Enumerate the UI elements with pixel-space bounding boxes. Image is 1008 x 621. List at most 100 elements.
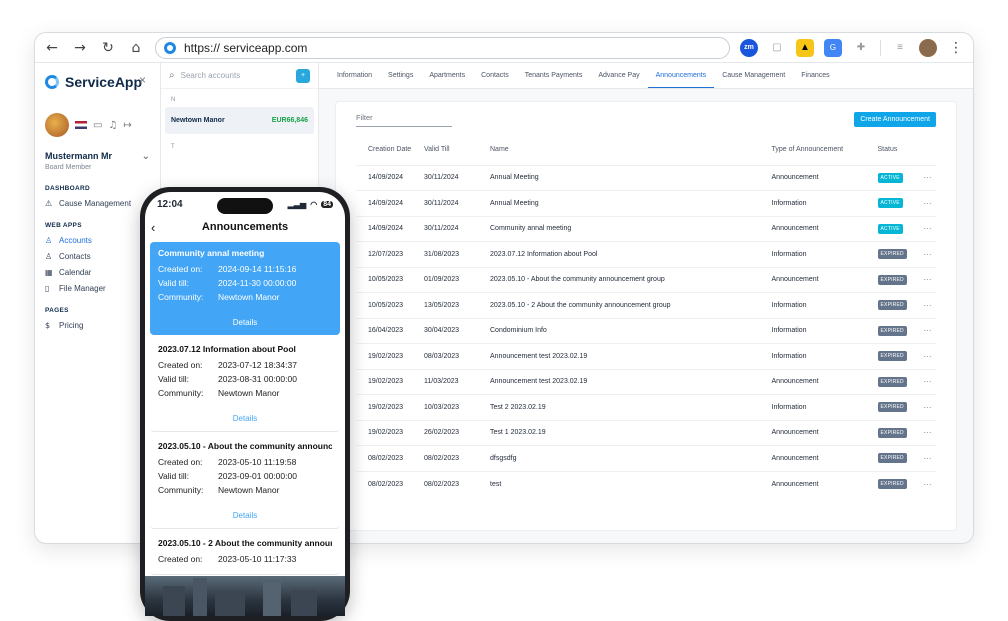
back-chevron-icon[interactable]: ‹ (151, 220, 155, 235)
label: Valid till: (158, 471, 190, 481)
cell-type: Information (771, 394, 878, 420)
cell-status: EXPIRED (877, 343, 924, 369)
avatar[interactable] (45, 113, 69, 137)
more-options-icon[interactable]: ··· (924, 377, 932, 386)
create-announcement-button[interactable]: Create Announcement (854, 112, 936, 127)
tab-cause-management[interactable]: Cause Management (714, 72, 793, 88)
more-options-icon[interactable]: ··· (924, 428, 932, 437)
profile-avatar-icon[interactable] (919, 38, 937, 57)
table-row[interactable]: 12/07/2023 31/08/2023 2023.07.12 Informati… (356, 241, 936, 267)
user-name-row[interactable]: Mustermann Mr ⌄ (45, 151, 150, 162)
account-item[interactable]: Newtown Manor EUR66,846 (165, 107, 314, 134)
table-row[interactable]: 14/09/2024 30/11/2024 Community annal meet… (356, 215, 936, 242)
puzzle-extensions-icon[interactable]: ✚ (852, 39, 870, 57)
logout-icon[interactable]: ↦ (123, 120, 131, 131)
status-badge: EXPIRED (877, 351, 907, 362)
column-valid-till[interactable]: Valid Till (424, 135, 490, 165)
announcement-card[interactable]: 2023.05.10 - About the community announc… (150, 432, 340, 529)
table-row[interactable]: 08/02/2023 08/02/2023 test Announcement EXPI… (356, 470, 936, 497)
more-options-icon[interactable]: ··· (924, 250, 932, 259)
search-icon: ⌕ (169, 70, 175, 81)
table-row[interactable]: 14/09/2024 30/11/2024 Annual Meeting Announ… (356, 164, 936, 191)
more-options-icon[interactable]: ··· (924, 403, 932, 412)
bell-icon[interactable]: ♫ (108, 120, 117, 131)
sidebar-item-contacts[interactable]: ♙ Contacts (45, 252, 150, 261)
address-bar[interactable]: https:// serviceapp.com (155, 36, 730, 59)
forward-arrow-icon[interactable]: → (71, 39, 89, 57)
account-search[interactable]: ⌕ Search accounts + (161, 63, 318, 89)
copy-extension-icon[interactable]: ▢ (768, 39, 786, 57)
add-account-icon[interactable]: + (296, 68, 310, 83)
tab-announcements[interactable]: Announcements (647, 72, 715, 88)
filter-input[interactable]: Filter (356, 113, 452, 127)
more-options-icon[interactable]: ··· (924, 480, 932, 489)
status-badge: EXPIRED (877, 300, 907, 311)
tab-settings[interactable]: Settings (380, 72, 421, 88)
sidebar-item-cause-management[interactable]: ⚠ Cause Management (45, 199, 150, 208)
home-icon[interactable]: ⌂ (127, 39, 145, 57)
cell-status: ACTIVE (877, 164, 924, 191)
sidebar-item-calendar[interactable]: ▦ Calendar (45, 268, 150, 277)
cell-status: EXPIRED (877, 241, 924, 267)
details-link[interactable]: Details (158, 414, 332, 423)
cell-actions: ··· (923, 190, 936, 216)
cell-name: Test 2 2023.02.19 (490, 394, 772, 420)
table-row[interactable]: 08/02/2023 08/02/2023 dfsgsdfg Announcement… (356, 445, 936, 471)
sidebar-item-pricing[interactable]: $ Pricing (45, 321, 150, 330)
table-row[interactable]: 10/05/2023 13/05/2023 2023.05.10 - 2 About… (356, 292, 936, 318)
announcement-card[interactable]: 2023.05.10 - 2 About the community annou… (150, 529, 340, 575)
account-group-letter: T (171, 144, 175, 150)
tab-advance-pay[interactable]: Advance Pay (590, 72, 647, 88)
zoom-extension-icon[interactable]: zm (740, 38, 758, 57)
more-options-icon[interactable]: ··· (924, 301, 932, 310)
chat-icon[interactable]: ▭ (93, 120, 102, 131)
tab-tenants-payments[interactable]: Tenants Payments (517, 72, 591, 88)
details-link[interactable]: Details (158, 318, 332, 327)
tab-apartments[interactable]: Apartments (421, 72, 473, 88)
table-row[interactable]: 10/05/2023 01/09/2023 2023.05.10 - About t… (356, 266, 936, 293)
announcement-card[interactable]: Community annal meeting Created on: 2024-… (150, 242, 340, 335)
more-options-icon[interactable]: ··· (924, 352, 932, 361)
tab-contacts[interactable]: Contacts (473, 72, 517, 88)
sidebar-item-file-manager[interactable]: ▯ File Manager (45, 284, 150, 293)
value: Newtown Manor (218, 292, 280, 302)
cell-actions: ··· (923, 241, 936, 267)
table-row[interactable]: 19/02/2023 08/03/2023 Announcement test 20… (356, 343, 936, 369)
reading-list-icon[interactable]: ≡ (891, 39, 909, 57)
column-name[interactable]: Name (490, 135, 772, 165)
browser-toolbar: ← → ↻ ⌂ https:// serviceapp.com zm ▢ ▲ G… (35, 33, 973, 63)
details-link[interactable]: Details (158, 511, 332, 520)
building-shape (291, 590, 317, 616)
label: Created on: (158, 360, 203, 370)
close-icon[interactable]: × (139, 73, 146, 87)
more-options-icon[interactable]: ··· (924, 224, 932, 233)
column-creation-date[interactable]: Creation Date (356, 135, 424, 165)
more-options-icon[interactable]: ··· (924, 199, 932, 208)
translate-extension-icon[interactable]: G (824, 38, 842, 57)
cell-actions: ··· (923, 470, 936, 497)
column-type[interactable]: Type of Announcement (772, 135, 878, 165)
announcement-card[interactable]: 2023.07.12 Information about Pool Create… (150, 335, 340, 432)
more-options-icon[interactable]: ··· (924, 173, 932, 182)
us-flag-icon[interactable] (75, 121, 87, 129)
table-row[interactable]: 19/02/2023 26/02/2023 Test 1 2023.02.19 Ann… (356, 419, 936, 446)
more-options-icon[interactable]: ··· (924, 454, 932, 463)
more-options-icon[interactable]: ··· (924, 326, 932, 335)
tab-finances[interactable]: Finances (793, 72, 837, 88)
back-arrow-icon[interactable]: ← (43, 39, 61, 57)
table-row[interactable]: 19/02/2023 11/03/2023 Announcement test 20… (356, 368, 936, 395)
tab-information[interactable]: Information (329, 72, 380, 88)
table-row[interactable]: 16/04/2023 30/04/2023 Condominium Info Info… (356, 317, 936, 344)
reload-icon[interactable]: ↻ (99, 39, 117, 57)
sidebar-item-label: File Manager (59, 284, 106, 293)
building-shape (215, 594, 245, 616)
tool-extension-icon[interactable]: ▲ (796, 38, 814, 57)
account-name: Newtown Manor (171, 117, 225, 124)
menu-dots-icon[interactable]: ⋮ (947, 39, 965, 57)
search-input[interactable]: Search accounts (181, 71, 241, 80)
more-options-icon[interactable]: ··· (924, 275, 932, 284)
sidebar-item-accounts[interactable]: ♙ Accounts (45, 236, 150, 245)
table-row[interactable]: 14/09/2024 30/11/2024 Annual Meeting Inform… (356, 190, 936, 216)
table-row[interactable]: 19/02/2023 10/03/2023 Test 2 2023.02.19 Inf… (356, 394, 936, 420)
column-status[interactable]: Status (878, 135, 924, 165)
